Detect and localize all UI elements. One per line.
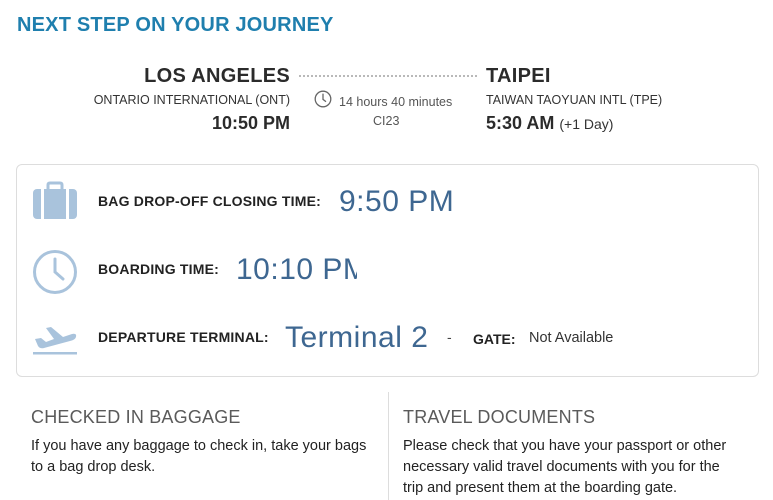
travel-documents-line: necessary valid travel documents with yo… xyxy=(403,459,720,475)
checked-baggage-line: If you have any baggage to check in, tak… xyxy=(31,438,367,454)
column-divider xyxy=(388,392,389,500)
separator: - xyxy=(447,329,452,345)
checked-baggage-text: If you have any baggage to check in, tak… xyxy=(31,436,366,478)
boarding-label: BOARDING TIME: xyxy=(98,261,220,277)
duration: 14 hours 40 minutes xyxy=(314,90,452,113)
travel-documents-text: Please check that you have your passport… xyxy=(403,436,726,499)
gate-value: Not Available xyxy=(529,330,614,346)
flight-duration: 14 hours 40 minutes xyxy=(339,94,453,109)
departure-time: 10:50 PM xyxy=(211,113,290,133)
info-card: BAG DROP-OFF CLOSING TIME: 9:50 PM BOARD… xyxy=(16,164,759,377)
destination-block: TAIPEI TAIWAN TAOYUAN INTL (TPE) 5:30 AM… xyxy=(486,64,662,135)
travel-documents-line: Please check that you have your passport… xyxy=(403,438,727,454)
clock-icon xyxy=(32,249,78,300)
arrival-day-offset: (+1 Day) xyxy=(559,116,614,132)
airplane-departure-icon xyxy=(32,323,78,360)
arrival-time-row: 5:30 AM (+1 Day) xyxy=(486,112,662,135)
origin-block: LOS ANGELES ONTARIO INTERNATIONAL (ONT) … xyxy=(94,64,290,134)
checked-baggage-line: to a bag drop desk. xyxy=(31,459,156,475)
bag-drop-label: BAG DROP-OFF CLOSING TIME: xyxy=(98,193,321,209)
departure-terminal-label: DEPARTURE TERMINAL: xyxy=(98,329,269,345)
flight-number: CI23 xyxy=(373,114,400,128)
destination-airport: TAIWAN TAOYUAN INTL (TPE) xyxy=(486,93,663,107)
departure-terminal: Terminal 2 xyxy=(285,321,429,354)
boarding-time: 10:10 PM xyxy=(236,253,357,286)
page-heading: NEXT STEP ON YOUR JOURNEY xyxy=(17,14,334,36)
origin-airport: ONTARIO INTERNATIONAL (ONT) xyxy=(93,93,290,107)
origin-city: LOS ANGELES xyxy=(144,65,290,87)
route-line xyxy=(299,75,477,77)
destination-city: TAIPEI xyxy=(486,65,551,87)
checked-baggage-title: CHECKED IN BAGGAGE xyxy=(31,407,241,427)
travel-documents-title: TRAVEL DOCUMENTS xyxy=(403,407,596,427)
suitcase-icon xyxy=(32,181,78,226)
gate-label: GATE: xyxy=(473,331,516,347)
bag-drop-time: 9:50 PM xyxy=(339,185,455,218)
arrival-time: 5:30 AM xyxy=(486,113,555,133)
clock-icon xyxy=(314,90,332,113)
travel-documents-line: trip and present them at the boarding ga… xyxy=(403,480,678,496)
